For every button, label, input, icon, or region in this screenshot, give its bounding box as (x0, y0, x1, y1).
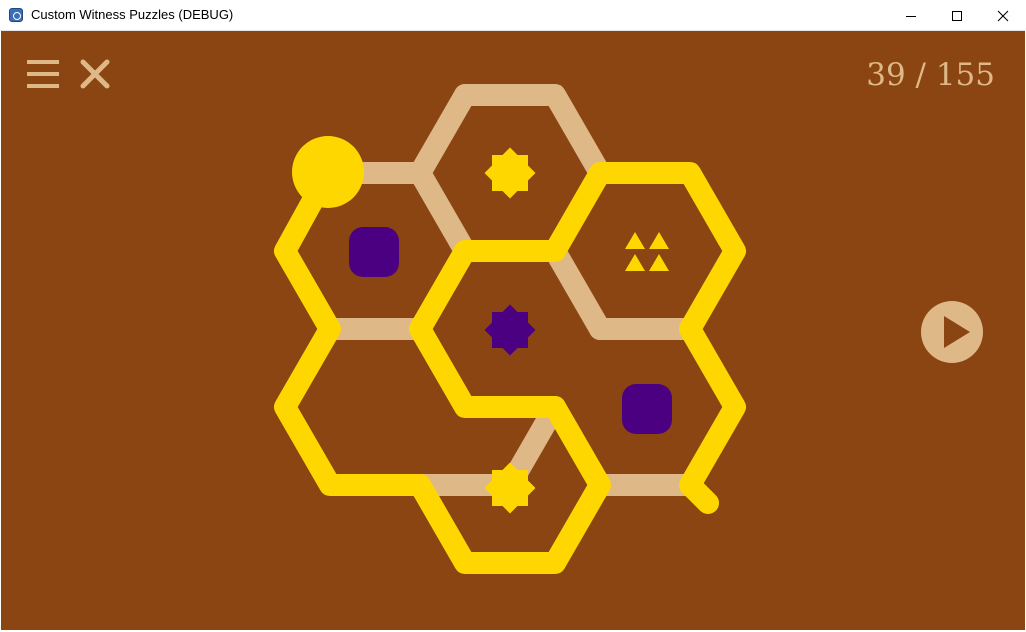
play-icon (921, 301, 983, 363)
hamburger-menu-icon (27, 60, 59, 88)
minimize-icon (906, 15, 916, 17)
close-x-icon (80, 59, 110, 89)
app-icon (9, 8, 23, 22)
square-icon (622, 384, 672, 434)
close-icon (997, 10, 1009, 21)
menu-button[interactable] (27, 59, 59, 89)
star-icon (484, 147, 536, 199)
puzzle-board[interactable] (1, 31, 1025, 630)
title-bar: Custom Witness Puzzles (DEBUG) (0, 0, 1026, 31)
maximize-button[interactable] (934, 0, 980, 31)
window-title: Custom Witness Puzzles (DEBUG) (31, 7, 234, 22)
star-icon (484, 462, 536, 514)
minimize-button[interactable] (888, 0, 934, 31)
triangles-icon (625, 232, 669, 271)
exit-puzzle-button[interactable] (80, 59, 110, 89)
grid-segment (454, 84, 611, 184)
close-window-button[interactable] (980, 0, 1026, 31)
maximize-icon (952, 10, 962, 21)
next-puzzle-button[interactable] (920, 300, 984, 364)
grid-segment (409, 396, 566, 496)
puzzle-counter: 39 / 155 (866, 57, 995, 93)
game-area: 39 / 155 (1, 31, 1025, 630)
star-icon (484, 304, 536, 356)
square-icon (349, 227, 399, 277)
path-start-node[interactable] (292, 136, 364, 208)
